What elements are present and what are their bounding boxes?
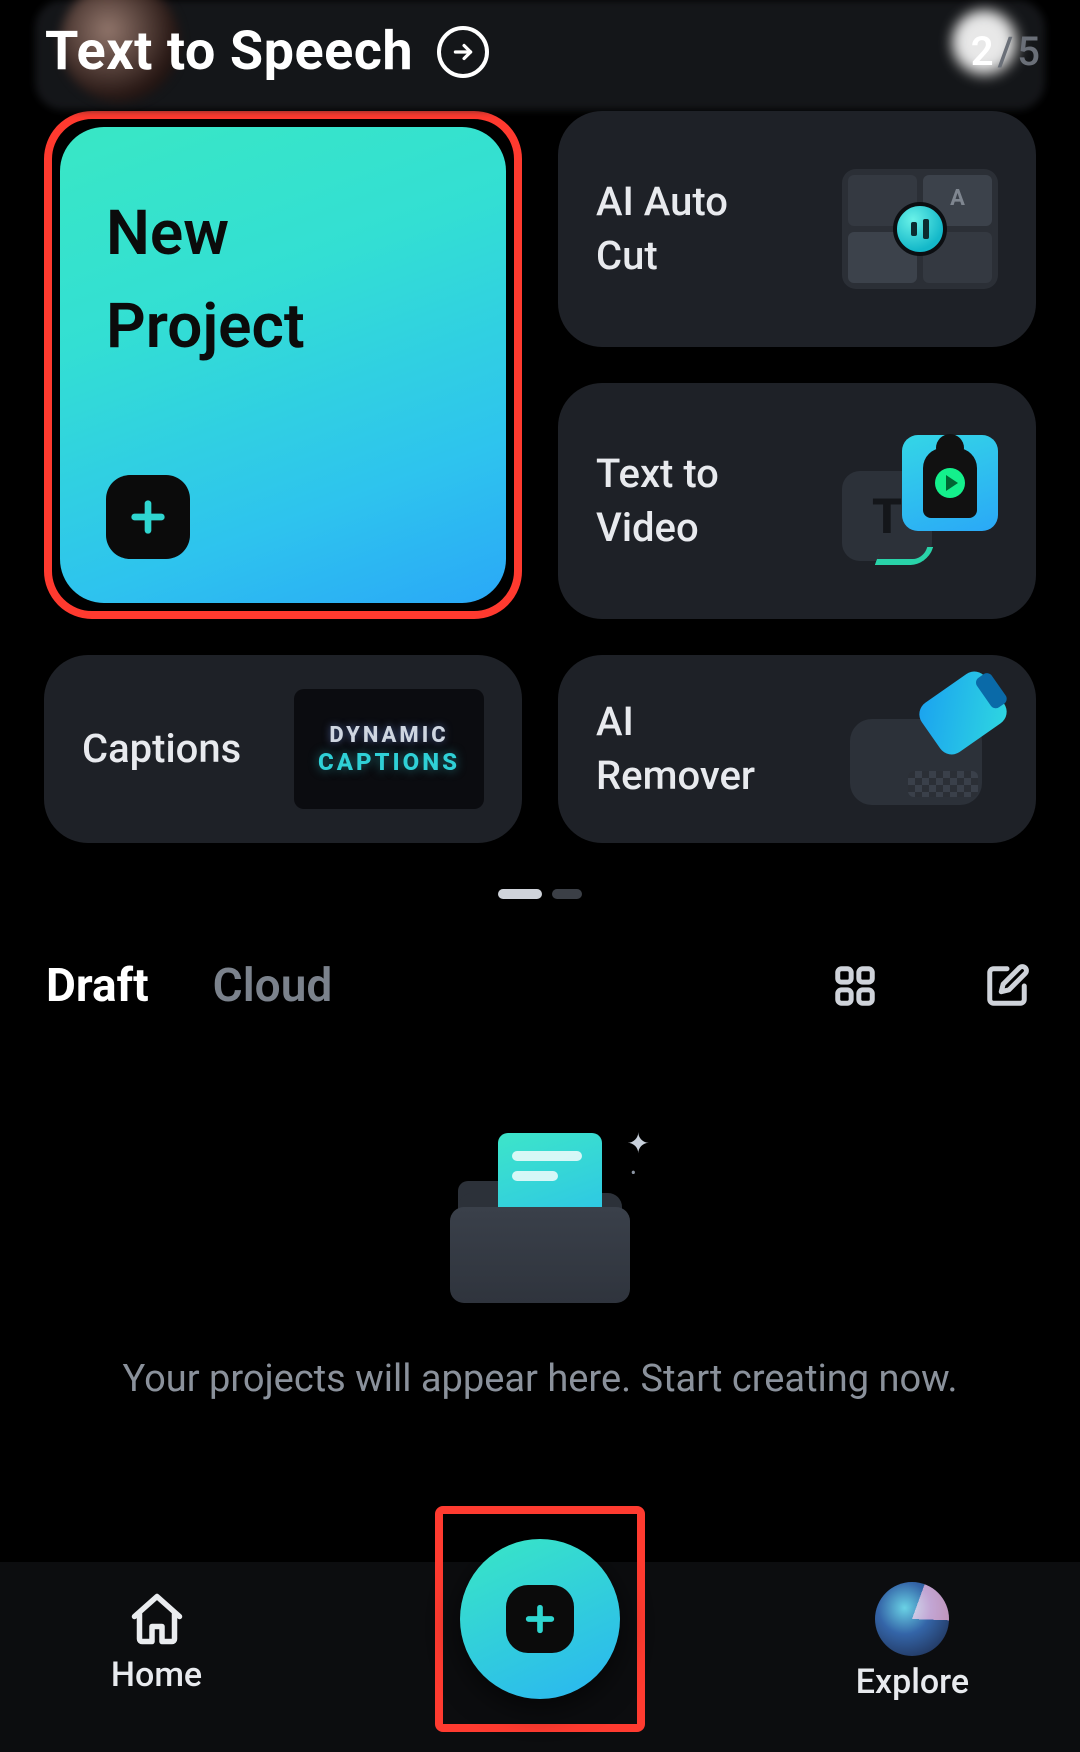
tile-text-to-video-label: Text to Video (596, 447, 719, 555)
empty-folder-icon: ✦ • (450, 1133, 630, 1303)
tile-ai-remover[interactable]: AI Remover (558, 655, 1036, 843)
play-icon (935, 468, 965, 498)
nav-home-label: Home (111, 1655, 202, 1695)
fab-create[interactable] (460, 1539, 620, 1699)
home-icon (127, 1589, 187, 1649)
highlight-frame-fab (435, 1506, 645, 1732)
grid-view-icon[interactable] (828, 959, 882, 1013)
plus-icon (106, 475, 190, 559)
page-title-text: Text to Speech (45, 20, 413, 83)
nav-explore[interactable]: Explore (856, 1582, 969, 1702)
tile-new-project[interactable]: New Project (60, 127, 506, 603)
tile-ai-auto-cut-label: AI Auto Cut (596, 175, 728, 283)
counter-total: 5 (1017, 28, 1040, 75)
tile-captions-label: Captions (82, 722, 241, 776)
nav-home[interactable]: Home (111, 1589, 202, 1695)
tile-text-to-video[interactable]: Text to Video T (558, 383, 1036, 619)
text-to-video-thumb: T (842, 441, 998, 561)
tile-captions[interactable]: Captions DYNAMIC CAPTIONS (44, 655, 522, 843)
tab-draft[interactable]: Draft (46, 959, 149, 1013)
orb-icon (893, 202, 947, 256)
dot-active (498, 889, 542, 899)
tile-new-project-label: New Project (106, 187, 460, 373)
empty-state: ✦ • Your projects will appear here. Star… (0, 1133, 1080, 1401)
edit-icon[interactable] (980, 959, 1034, 1013)
tab-cloud[interactable]: Cloud (213, 959, 333, 1013)
counter-slash: / (998, 28, 1014, 75)
page-indicator (0, 889, 1080, 899)
counter-current: 2 (971, 28, 994, 75)
ai-remover-thumb (842, 689, 998, 809)
nav-explore-label: Explore (856, 1662, 969, 1702)
empty-state-text: Your projects will appear here. Start cr… (123, 1357, 958, 1401)
action-grid: New Project AI Auto Cut Text to Video T … (0, 111, 1080, 843)
ai-auto-cut-thumb (842, 169, 998, 289)
plus-icon (506, 1585, 574, 1653)
dot-inactive (552, 889, 582, 899)
explore-avatar-icon (875, 1582, 949, 1656)
page-title[interactable]: Text to Speech (45, 20, 489, 83)
highlight-frame-new-project: New Project (44, 111, 522, 619)
tile-ai-remover-label: AI Remover (596, 695, 755, 803)
page-counter: 2 / 5 (971, 28, 1040, 75)
captions-thumb: DYNAMIC CAPTIONS (294, 689, 484, 809)
tile-ai-auto-cut[interactable]: AI Auto Cut (558, 111, 1036, 347)
arrow-right-circle-icon[interactable] (437, 26, 489, 78)
